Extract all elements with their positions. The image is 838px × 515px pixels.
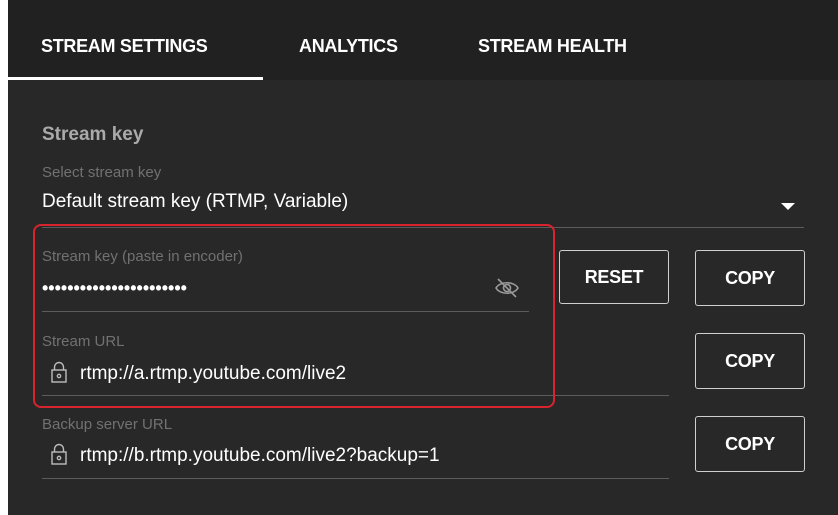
stream-settings-panel: STREAM SETTINGS ANALYTICS STREAM HEALTH …: [8, 0, 838, 515]
stream-url-value[interactable]: rtmp://a.rtmp.youtube.com/live2: [80, 363, 346, 385]
copy-stream-key-button[interactable]: COPY: [695, 250, 805, 306]
backup-url-value[interactable]: rtmp://b.rtmp.youtube.com/live2?backup=1: [80, 445, 440, 467]
tab-stream-health[interactable]: STREAM HEALTH: [478, 36, 627, 57]
stream-url-underline: [42, 395, 669, 396]
copy-stream-url-button[interactable]: COPY: [695, 333, 805, 389]
eye-off-icon[interactable]: [494, 276, 520, 300]
backup-url-label: Backup server URL: [42, 416, 173, 433]
stream-key-input[interactable]: •••••••••••••••••••••••: [42, 278, 187, 299]
tab-analytics[interactable]: ANALYTICS: [299, 36, 398, 57]
lock-icon: [51, 443, 67, 465]
reset-button[interactable]: RESET: [559, 250, 669, 304]
lock-icon: [51, 361, 67, 383]
select-stream-key-label: Select stream key: [42, 164, 162, 181]
stream-key-underline: [42, 311, 529, 312]
section-title-stream-key: Stream key: [42, 124, 144, 145]
backup-url-underline: [42, 478, 669, 479]
tab-bar: STREAM SETTINGS ANALYTICS STREAM HEALTH: [8, 0, 838, 80]
stream-key-select[interactable]: Default stream key (RTMP, Variable): [42, 191, 348, 213]
active-tab-indicator: [8, 77, 263, 80]
select-underline: [42, 227, 804, 228]
copy-backup-url-button[interactable]: COPY: [695, 416, 805, 472]
stream-key-label: Stream key (paste in encoder): [42, 248, 243, 265]
tab-stream-settings[interactable]: STREAM SETTINGS: [41, 36, 208, 57]
stream-url-label: Stream URL: [42, 333, 125, 350]
dropdown-arrow-icon[interactable]: [781, 203, 795, 210]
